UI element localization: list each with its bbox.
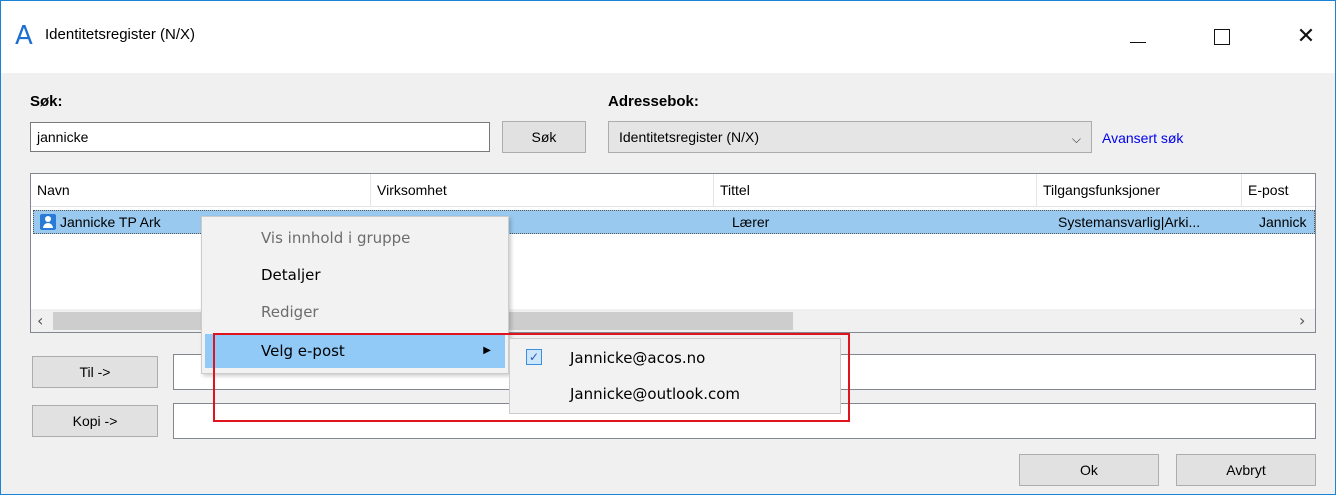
submenu-item-acos[interactable]: ✓ Jannicke@acos.no xyxy=(512,341,838,375)
menu-item-rediger[interactable]: Rediger xyxy=(205,295,505,329)
maximize-button[interactable] xyxy=(1199,17,1245,57)
addressbook-select[interactable]: Identitetsregister (N/X) ⌵ xyxy=(608,121,1092,153)
cell-epost: Jannick xyxy=(1259,214,1307,230)
cancel-button[interactable]: Avbryt xyxy=(1176,454,1316,486)
checkmark-icon: ✓ xyxy=(526,349,542,365)
search-input[interactable]: jannicke xyxy=(30,122,490,152)
to-button[interactable]: Til -> xyxy=(32,356,158,388)
email-submenu: ✓ Jannicke@acos.no Jannicke@outlook.com xyxy=(509,338,841,414)
column-header-navn[interactable]: Navn xyxy=(31,174,371,206)
menu-item-velg-epost-label: Velg e-post xyxy=(261,342,345,360)
column-header-virksomhet[interactable]: Virksomhet xyxy=(371,174,714,206)
chevron-down-icon: ⌵ xyxy=(1071,132,1081,146)
maximize-icon xyxy=(1214,29,1230,45)
column-header-tilgangsfunksjoner[interactable]: Tilgangsfunksjoner xyxy=(1037,174,1242,206)
cc-button[interactable]: Kopi -> xyxy=(32,405,158,437)
column-header-tittel[interactable]: Tittel xyxy=(714,174,1037,206)
search-button[interactable]: Søk xyxy=(502,121,586,153)
addressbook-selected-value: Identitetsregister (N/X) xyxy=(619,129,760,145)
cell-navn: Jannicke TP Ark xyxy=(60,214,161,230)
close-icon: ✕ xyxy=(1296,24,1316,49)
ok-button[interactable]: Ok xyxy=(1019,454,1159,486)
cell-tilgang: Systemansvarlig|Arki... xyxy=(1058,214,1201,230)
submenu-item-outlook-label: Jannicke@outlook.com xyxy=(570,385,741,403)
app-logo-icon: A xyxy=(15,21,33,51)
column-header-epost[interactable]: E-post xyxy=(1242,174,1315,206)
menu-item-detaljer[interactable]: Detaljer xyxy=(205,258,505,292)
addressbook-label: Adressebok: xyxy=(608,93,699,110)
user-icon xyxy=(40,214,56,230)
scroll-left-icon[interactable]: ‹ xyxy=(37,311,43,330)
menu-item-velg-epost[interactable]: Velg e-post ▶ xyxy=(205,334,505,368)
submenu-arrow-icon: ▶ xyxy=(483,345,491,356)
minimize-icon xyxy=(1130,41,1146,43)
submenu-item-outlook[interactable]: Jannicke@outlook.com xyxy=(512,377,838,411)
scroll-right-icon[interactable]: › xyxy=(1299,311,1305,330)
menu-item-vis-innhold[interactable]: Vis innhold i gruppe xyxy=(205,221,505,255)
advanced-search-link[interactable]: Avansert søk xyxy=(1102,130,1183,146)
title-bar[interactable]: A Identitetsregister (N/X) ✕ xyxy=(1,1,1335,73)
context-menu: Vis innhold i gruppe Detaljer Rediger Ve… xyxy=(201,216,509,374)
cell-tittel: Lærer xyxy=(732,214,770,230)
search-label: Søk: xyxy=(30,93,63,110)
minimize-button[interactable] xyxy=(1115,17,1161,57)
list-header: Navn Virksomhet Tittel Tilgangsfunksjone… xyxy=(31,174,1315,207)
window-title: Identitetsregister (N/X) xyxy=(45,26,196,43)
close-button[interactable]: ✕ xyxy=(1283,17,1329,57)
submenu-item-acos-label: Jannicke@acos.no xyxy=(570,349,706,367)
